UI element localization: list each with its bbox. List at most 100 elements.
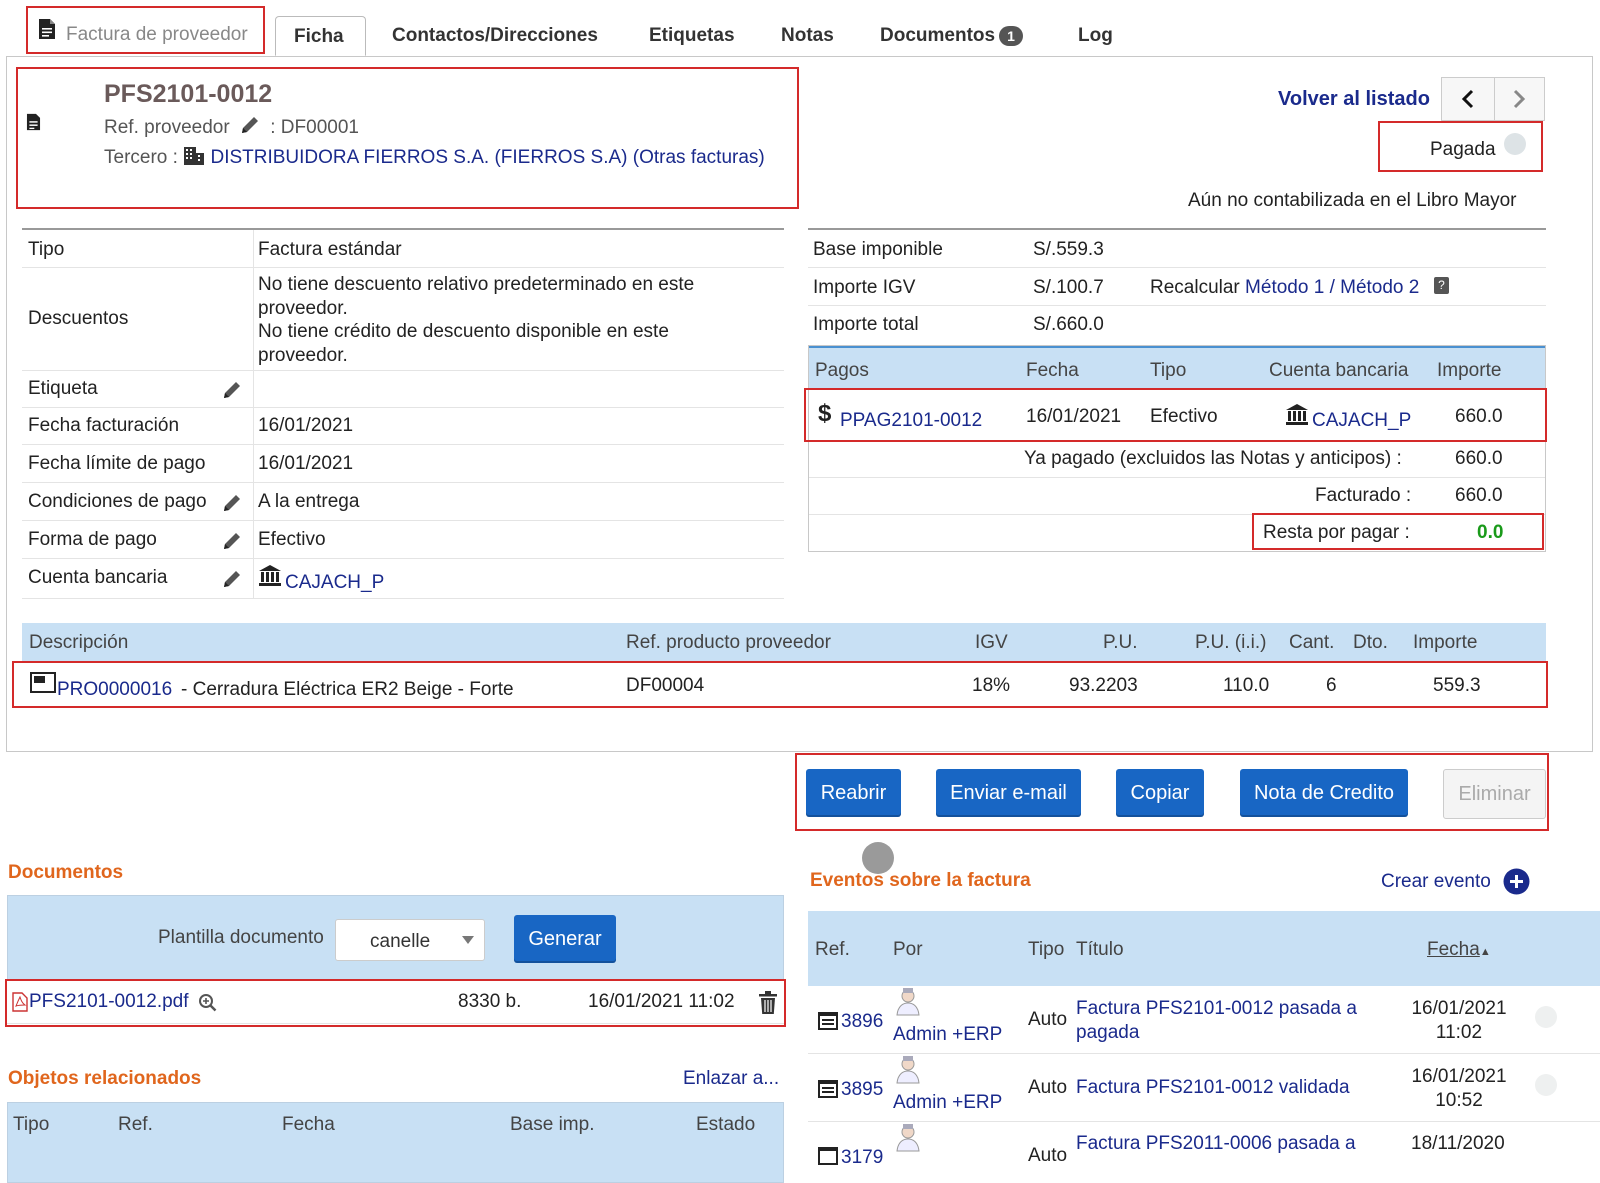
payments-header-date: Fecha (1026, 360, 1079, 381)
tab-tags[interactable]: Etiquetas (649, 16, 735, 56)
link-to-link[interactable]: Enlazar a... (683, 1068, 779, 1090)
event-date: 16/01/2021 10:52 (1411, 1065, 1507, 1112)
lines-header-amount: Importe (1413, 632, 1478, 653)
events-header-ref: Ref. (815, 939, 850, 960)
events-header-date-label: Fecha (1427, 939, 1480, 960)
next-arrow-icon[interactable] (1494, 78, 1544, 120)
recalc-row: Recalcular Método 1 / Método 2 (1150, 277, 1419, 299)
lines-header-pu-ii: P.U. (i.i.) (1195, 632, 1267, 653)
payments-header-account: Cuenta bancaria (1269, 360, 1409, 381)
supplier-ref-row: Ref. proveedor : DF00001 (104, 114, 359, 139)
copy-button[interactable]: Copiar (1116, 769, 1204, 817)
tab-ficha[interactable]: Ficha (275, 16, 366, 56)
edit-pencil-icon[interactable] (239, 114, 261, 136)
other-invoices-link[interactable]: (Otras facturas) (633, 147, 765, 168)
event-ref-link[interactable]: 3896 (841, 1011, 883, 1033)
edit-tag-pencil-icon[interactable] (221, 379, 243, 401)
event-title-link[interactable]: Factura PFS2101-0012 validada (1076, 1077, 1350, 1099)
product-link[interactable]: PRO0000016 (57, 679, 172, 701)
bank-account-link[interactable]: CAJACH_P (285, 572, 384, 594)
previous-arrow-icon[interactable] (1442, 78, 1495, 120)
discount-line-1: No tiene descuento relativo predetermina… (258, 274, 695, 295)
status-dot-icon (1504, 133, 1526, 155)
tab-contacts[interactable]: Contactos/Direcciones (392, 16, 598, 56)
preview-zoom-icon[interactable] (198, 993, 218, 1013)
payment-account-link[interactable]: CAJACH_P (1312, 410, 1411, 432)
payment-ref-link[interactable]: PPAG2101-0012 (840, 410, 982, 432)
event-ref-link[interactable]: 3895 (841, 1079, 883, 1101)
events-header-title: Título (1076, 939, 1124, 960)
supplier-ref-label: Ref. proveedor (104, 117, 230, 138)
method-1-link[interactable]: Método 1 (1245, 277, 1324, 298)
lines-header-description: Descripción (29, 632, 129, 653)
pdf-file-icon (12, 992, 28, 1012)
discount-line-2: proveedor. (258, 297, 348, 319)
credit-note-button[interactable]: Nota de Credito (1240, 769, 1408, 817)
event-title-link[interactable]: Factura PFS2011-0006 pasada a (1076, 1133, 1356, 1155)
bank-icon (258, 563, 282, 587)
supplier-ref-value: : DF00001 (270, 117, 359, 138)
send-email-button[interactable]: Enviar e-mail (936, 769, 1081, 817)
chevron-down-icon (462, 936, 474, 944)
event-date-day: 16/01/2021 (1411, 1066, 1507, 1087)
event-title-line-2: pagada (1076, 1021, 1140, 1043)
field-value-due-date: 16/01/2021 (258, 453, 354, 474)
event-type: Auto (1028, 1077, 1068, 1098)
related-title: Objetos relacionados (8, 1068, 202, 1089)
back-to-list-link[interactable]: Volver al listado (1278, 88, 1430, 111)
template-select-value: canelle (370, 931, 431, 952)
event-ref-link[interactable]: 3179 (841, 1147, 883, 1169)
card-title-label: Factura de proveedor (66, 24, 248, 45)
card-title-tab: Factura de proveedor (28, 6, 264, 54)
events-header-date[interactable]: Fecha▲ (1427, 939, 1491, 961)
tab-log-label: Log (1078, 25, 1113, 46)
tab-notes[interactable]: Notas (781, 16, 834, 56)
base-value: S/.559.3 (1033, 239, 1104, 260)
tab-documents[interactable]: Documentos 1 (880, 16, 1023, 56)
delete-button[interactable]: Eliminar (1443, 769, 1546, 819)
edit-payment-terms-pencil-icon[interactable] (221, 492, 243, 514)
tab-ficha-label: Ficha (294, 26, 344, 47)
payments-header-type: Tipo (1150, 360, 1187, 381)
line-pu: 93.2203 (1069, 675, 1138, 696)
event-date-time: 11:02 (1435, 1021, 1483, 1043)
field-label-tag: Etiqueta (28, 378, 98, 399)
dollar-icon: $ (818, 400, 832, 427)
lines-header-supplier-ref: Ref. producto proveedor (626, 632, 831, 653)
invoiced-value: 660.0 (1455, 485, 1503, 506)
events-header-by: Por (893, 939, 923, 960)
igv-value: S/.100.7 (1033, 277, 1104, 298)
third-party-link[interactable]: DISTRIBUIDORA FIERROS S.A. (FIERROS S.A) (210, 147, 627, 168)
reopen-button[interactable]: Reabrir (806, 769, 901, 817)
event-by: Admin +ERP (893, 1024, 1003, 1045)
events-header-type: Tipo (1028, 939, 1065, 960)
trash-icon[interactable] (758, 991, 778, 1015)
tab-contacts-label: Contactos/Direcciones (392, 25, 598, 46)
generate-button[interactable]: Generar (514, 915, 616, 963)
lines-header-pu: P.U. (1103, 632, 1138, 653)
edit-payment-mode-pencil-icon[interactable] (221, 530, 243, 552)
event-date-day: 16/01/2021 (1411, 998, 1507, 1019)
invoiced-label: Facturado : (1315, 485, 1412, 506)
related-header-date: Fecha (282, 1114, 335, 1135)
payments-header-ref: Pagos (815, 360, 869, 381)
event-title-link[interactable]: Factura PFS2101-0012 pasada a pagada (1076, 997, 1357, 1044)
tab-tags-label: Etiquetas (649, 25, 735, 46)
discount-line-3: No tiene crédito de descuento disponible… (258, 321, 669, 342)
method-separator: / (1329, 277, 1335, 298)
event-type: Auto (1028, 1145, 1068, 1166)
lines-header-qty: Cant. (1289, 632, 1335, 653)
template-select[interactable]: canelle (335, 919, 485, 961)
create-event-link[interactable]: Crear evento (1381, 871, 1491, 893)
calendar-icon (817, 1144, 839, 1166)
total-label: Importe total (813, 314, 919, 335)
field-value-payment-mode: Efectivo (258, 529, 326, 550)
method-2-link[interactable]: Método 2 (1340, 277, 1419, 298)
add-circle-icon[interactable] (1503, 868, 1530, 895)
edit-bank-account-pencil-icon[interactable] (221, 568, 243, 590)
pdf-file-link[interactable]: PFS2101-0012.pdf (29, 991, 189, 1013)
tab-log[interactable]: Log (1078, 16, 1113, 56)
field-label-invoice-date: Fecha facturación (28, 415, 180, 436)
help-icon[interactable]: ? (1434, 277, 1449, 294)
remaining-label: Resta por pagar : (1263, 522, 1410, 543)
